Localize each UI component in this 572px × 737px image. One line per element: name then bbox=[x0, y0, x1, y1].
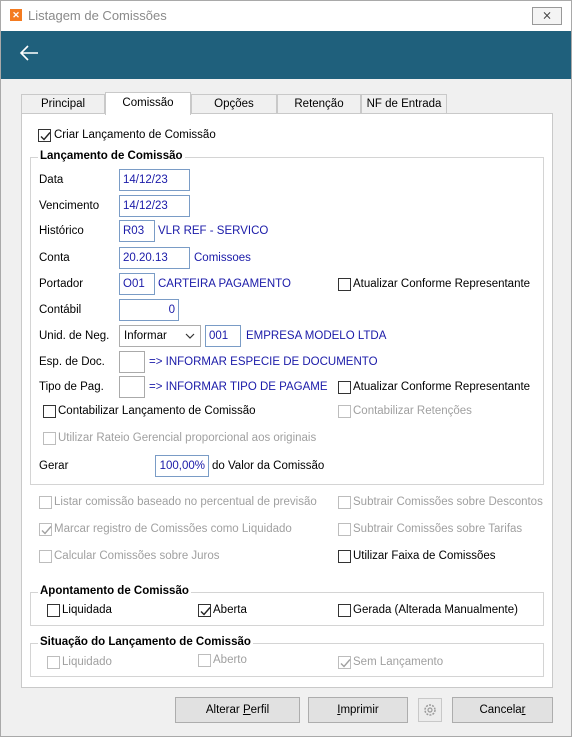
gerada-label: Gerada (Alterada Manualmente) bbox=[353, 604, 518, 616]
liquidada-label: Liquidada bbox=[62, 604, 112, 616]
aberta-checkbox[interactable] bbox=[198, 604, 211, 617]
rateio-checkbox[interactable] bbox=[43, 432, 56, 445]
conta-code-field[interactable]: 20.20.13 bbox=[119, 247, 190, 269]
imprimir-button[interactable]: Imprimir bbox=[308, 697, 408, 723]
data-field[interactable]: 14/12/23 bbox=[119, 169, 190, 191]
contabilizar-retencoes-checkbox[interactable] bbox=[338, 405, 351, 418]
portador-label: Portador bbox=[39, 278, 84, 290]
portador-atualizar-label: Atualizar Conforme Representante bbox=[353, 278, 531, 290]
tipo-pag-label: Tipo de Pag. bbox=[39, 381, 104, 393]
alterar-perfil-button[interactable]: Alterar Perfil bbox=[175, 697, 300, 723]
contabilizar-label: Contabilizar Lançamento de Comissão bbox=[58, 405, 256, 417]
checkmark-icon bbox=[200, 607, 211, 616]
listar-label: Listar comissão baseado no percentual de… bbox=[54, 496, 317, 508]
conta-description: Comissoes bbox=[194, 252, 251, 264]
checkmark-icon bbox=[340, 659, 351, 668]
header-bar bbox=[1, 31, 571, 79]
tab-nf-entrada[interactable]: NF de Entrada bbox=[361, 94, 447, 114]
liquidada-checkbox[interactable] bbox=[47, 604, 60, 617]
app-icon: ✕ bbox=[10, 9, 22, 21]
data-label: Data bbox=[39, 174, 64, 186]
aberta-label: Aberta bbox=[213, 604, 247, 616]
contabil-field[interactable]: 0 bbox=[119, 299, 179, 321]
situacao-group-title: Situação do Lançamento de Comissão bbox=[38, 636, 253, 648]
criar-lancamento-checkbox[interactable] bbox=[38, 129, 51, 142]
gerar-percent-field[interactable]: 100,00% bbox=[155, 455, 209, 477]
historico-label: Histórico bbox=[39, 225, 84, 237]
tipo-pag-atualizar-checkbox[interactable] bbox=[338, 381, 351, 394]
aberto-label: Aberto bbox=[213, 654, 247, 666]
portador-code-field[interactable]: O01 bbox=[119, 273, 155, 295]
alterar-perfil-text: Alterar bbox=[205, 704, 243, 716]
checkmark-icon bbox=[40, 132, 51, 141]
contabilizar-retencoes-label: Contabilizar Retenções bbox=[353, 405, 472, 417]
calcular-juros-checkbox[interactable] bbox=[39, 550, 52, 563]
esp-doc-description: => INFORMAR ESPECIE DE DOCUMENTO bbox=[149, 356, 378, 368]
subtrair-tarifas-checkbox[interactable] bbox=[338, 523, 351, 536]
gear-icon bbox=[424, 704, 436, 716]
portador-description: CARTEIRA PAGAMENTO bbox=[158, 278, 291, 290]
unid-neg-label: Unid. de Neg. bbox=[39, 330, 110, 342]
marcar-label: Marcar registro de Comissões como Liquid… bbox=[54, 523, 292, 535]
unid-neg-select-value: Informar bbox=[124, 330, 167, 342]
tipo-pag-description: => INFORMAR TIPO DE PAGAME bbox=[149, 381, 328, 393]
historico-code-field[interactable]: R03 bbox=[119, 220, 155, 242]
unid-neg-code-field[interactable]: 001 bbox=[205, 325, 241, 347]
conta-label: Conta bbox=[39, 252, 70, 264]
title-bar: ✕ Listagem de Comissões ⨯ bbox=[1, 1, 571, 31]
portador-atualizar-checkbox[interactable] bbox=[338, 278, 351, 291]
criar-lancamento-label: Criar Lançamento de Comissão bbox=[54, 129, 216, 141]
utilizar-faixa-checkbox[interactable] bbox=[338, 550, 351, 563]
alterar-perfil-hotkey: P bbox=[242, 704, 251, 716]
tab-retencao[interactable]: Retenção bbox=[277, 94, 361, 114]
cancelar-text: Cancela bbox=[479, 704, 522, 716]
tipo-pag-atualizar-label: Atualizar Conforme Representante bbox=[353, 381, 531, 393]
sem-lancamento-label: Sem Lançamento bbox=[353, 656, 444, 668]
tab-comissao[interactable]: Comissão bbox=[105, 92, 191, 115]
apontamento-group-title: Apontamento de Comissão bbox=[38, 585, 191, 597]
subtrair-descontos-checkbox[interactable] bbox=[338, 496, 351, 509]
settings-button[interactable] bbox=[418, 698, 442, 722]
tipo-pag-code-field[interactable] bbox=[119, 376, 145, 398]
gerar-label: Gerar bbox=[39, 460, 69, 472]
historico-description: VLR REF - SERVICO bbox=[158, 225, 269, 237]
liquidado-checkbox[interactable] bbox=[47, 656, 60, 669]
contabilizar-checkbox[interactable] bbox=[43, 405, 56, 418]
utilizar-faixa-label: Utilizar Faixa de Comissões bbox=[353, 550, 496, 562]
sem-lancamento-checkbox[interactable] bbox=[338, 656, 351, 669]
subtrair-descontos-label: Subtrair Comissões sobre Descontos bbox=[353, 496, 543, 508]
gerar-suffix-label: do Valor da Comissão bbox=[212, 460, 325, 472]
cancelar-hotkey: r bbox=[521, 704, 526, 716]
window: ✕ Listagem de Comissões ⨯ Principal Comi… bbox=[0, 0, 572, 737]
calcular-juros-label: Calcular Comissões sobre Juros bbox=[54, 550, 220, 562]
lancamento-group-title: Lançamento de Comissão bbox=[38, 150, 185, 162]
esp-doc-code-field[interactable] bbox=[119, 351, 145, 373]
rateio-label: Utilizar Rateio Gerencial proporcional a… bbox=[58, 432, 317, 444]
window-title: Listagem de Comissões bbox=[28, 8, 167, 23]
comissao-panel: Criar Lançamento de Comissão Lançamento … bbox=[21, 113, 553, 688]
liquidado-label: Liquidado bbox=[62, 656, 112, 668]
imprimir-text: mprimir bbox=[340, 704, 379, 716]
esp-doc-label: Esp. de Doc. bbox=[39, 356, 105, 368]
cancelar-button[interactable]: Cancelar bbox=[452, 697, 553, 723]
listar-checkbox[interactable] bbox=[39, 496, 52, 509]
tab-principal[interactable]: Principal bbox=[21, 94, 105, 114]
checkmark-icon bbox=[41, 526, 52, 535]
chevron-down-icon bbox=[185, 333, 195, 339]
alterar-perfil-text-end: erfil bbox=[250, 704, 270, 716]
vencimento-field[interactable]: 14/12/23 bbox=[119, 195, 190, 217]
back-arrow-icon[interactable] bbox=[17, 41, 41, 65]
unid-neg-description: EMPRESA MODELO LTDA bbox=[246, 330, 387, 342]
aberto-checkbox[interactable] bbox=[198, 654, 211, 667]
gerada-checkbox[interactable] bbox=[338, 604, 351, 617]
tab-opcoes[interactable]: Opções bbox=[191, 94, 277, 114]
contabil-label: Contábil bbox=[39, 304, 82, 316]
marcar-checkbox[interactable] bbox=[39, 523, 52, 536]
close-button[interactable]: ⨯ bbox=[532, 7, 562, 25]
subtrair-tarifas-label: Subtrair Comissões sobre Tarifas bbox=[353, 523, 523, 535]
vencimento-label: Vencimento bbox=[39, 200, 100, 212]
unid-neg-select[interactable]: Informar bbox=[119, 325, 201, 347]
